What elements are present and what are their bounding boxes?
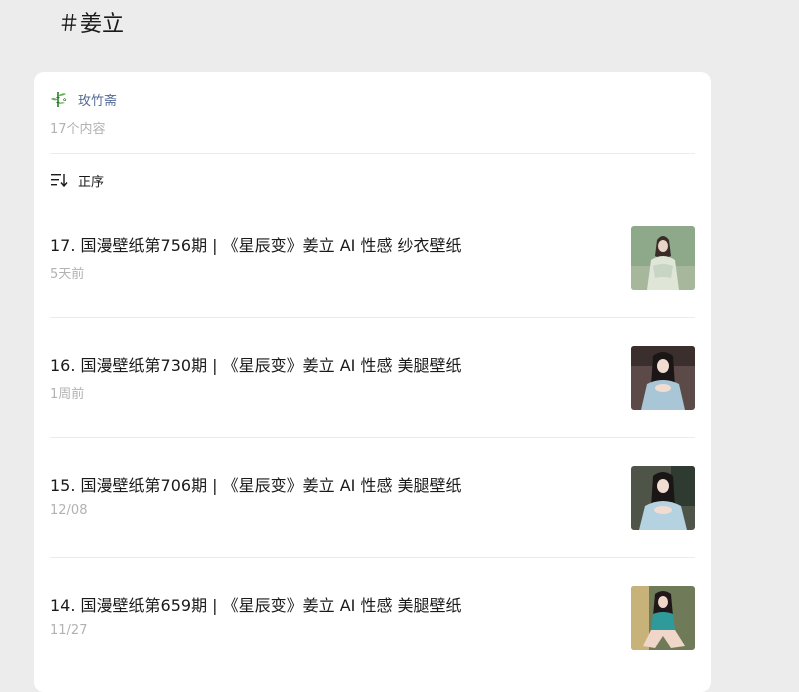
page-title: ＃姜立 <box>58 12 125 37</box>
header-divider <box>50 153 695 154</box>
account-name[interactable]: 玫竹斋 <box>78 90 117 109</box>
album-card: ✿ 玫竹斋 17个内容 正序 17. 国漫壁纸第756期 | 《星辰变》姜立 A… <box>34 72 711 692</box>
content-count: 17个内容 <box>50 122 106 137</box>
article-title[interactable]: 17. 国漫壁纸第756期 | 《星辰变》姜立 AI 性感 纱衣壁纸 <box>50 234 462 258</box>
article-date: 1周前 <box>50 387 85 402</box>
article-date: 5天前 <box>50 267 85 282</box>
sort-toggle[interactable]: 正序 <box>50 169 104 191</box>
article-title[interactable]: 15. 国漫壁纸第706期 | 《星辰变》姜立 AI 性感 美腿壁纸 <box>50 474 462 498</box>
article-thumbnail[interactable] <box>631 226 695 290</box>
item-divider <box>50 437 695 438</box>
article-date: 12/08 <box>50 503 88 518</box>
article-thumbnail[interactable] <box>631 466 695 530</box>
item-divider <box>50 317 695 318</box>
bamboo-avatar-icon: ✿ <box>50 89 70 109</box>
article-date: 11/27 <box>50 623 88 638</box>
sort-order-icon <box>50 172 68 188</box>
article-item[interactable]: 17. 国漫壁纸第756期 | 《星辰变》姜立 AI 性感 纱衣壁纸 5天前 <box>50 226 695 318</box>
item-divider <box>50 557 695 558</box>
article-item[interactable]: 15. 国漫壁纸第706期 | 《星辰变》姜立 AI 性感 美腿壁纸 12/08 <box>50 466 695 558</box>
article-thumbnail[interactable] <box>631 346 695 410</box>
account-row[interactable]: ✿ 玫竹斋 <box>50 88 117 110</box>
article-thumbnail[interactable] <box>631 586 695 650</box>
sort-label: 正序 <box>78 174 105 190</box>
article-title[interactable]: 16. 国漫壁纸第730期 | 《星辰变》姜立 AI 性感 美腿壁纸 <box>50 354 462 378</box>
article-title[interactable]: 14. 国漫壁纸第659期 | 《星辰变》姜立 AI 性感 美腿壁纸 <box>50 594 462 618</box>
article-item[interactable]: 16. 国漫壁纸第730期 | 《星辰变》姜立 AI 性感 美腿壁纸 1周前 <box>50 346 695 438</box>
